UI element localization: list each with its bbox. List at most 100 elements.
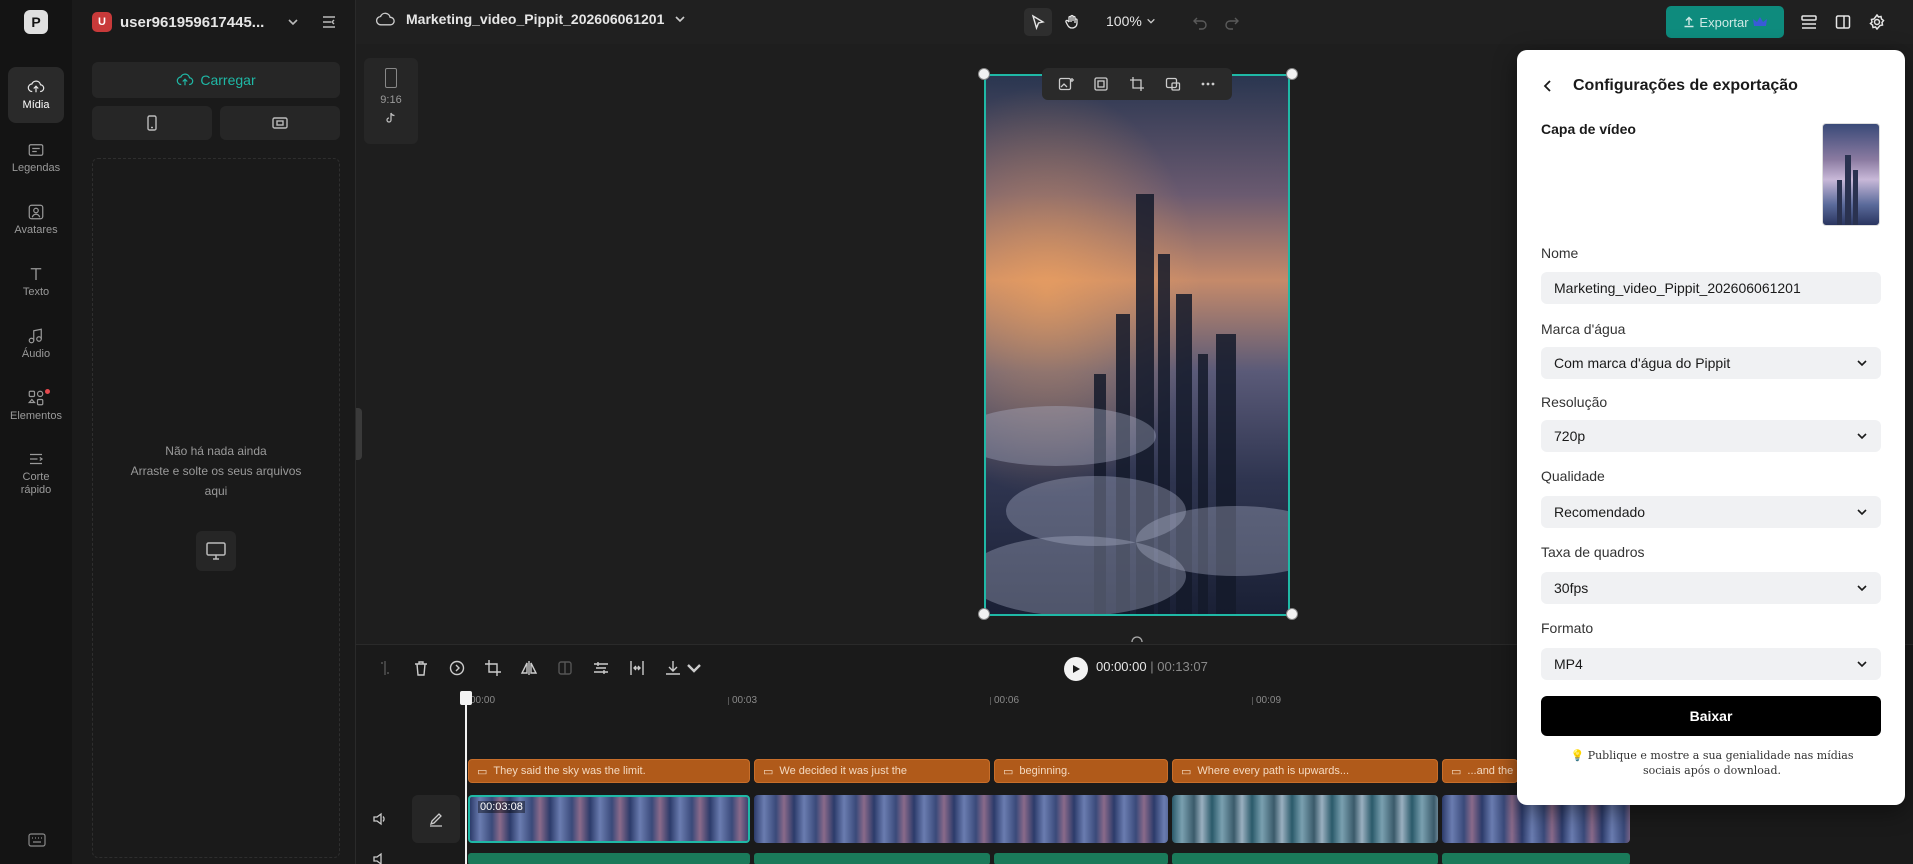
nav-item-elements[interactable]: Elementos: [8, 378, 64, 434]
caption-clip[interactable]: ▭ Where every path is upwards...: [1172, 759, 1438, 783]
resize-handle[interactable]: [978, 608, 990, 620]
layout-button[interactable]: [1832, 11, 1854, 33]
resolution-select[interactable]: 720p: [1541, 420, 1881, 452]
chevron-down-icon: [1857, 661, 1867, 668]
username: user961959617445...: [120, 13, 265, 31]
rotate-handle-icon[interactable]: [1130, 632, 1144, 644]
nav-item-captions[interactable]: Legendas: [8, 130, 64, 186]
video-preview[interactable]: [984, 74, 1290, 616]
caption-clip[interactable]: ▭ ...and the: [1442, 759, 1518, 783]
caption-text: beginning.: [1019, 765, 1071, 777]
name-input[interactable]: Marketing_video_Pippit_202606061201: [1541, 272, 1881, 304]
edit-track-button[interactable]: [412, 795, 460, 843]
flip-icon[interactable]: [520, 659, 538, 677]
audio-clip[interactable]: [994, 853, 1168, 864]
adjust-icon[interactable]: [592, 659, 610, 677]
audio-clip[interactable]: [1442, 853, 1630, 864]
mute-track-button[interactable]: [366, 805, 394, 833]
resize-handle[interactable]: [978, 68, 990, 80]
nav-item-audio[interactable]: Áudio: [8, 316, 64, 372]
ruler-tick: 00:06: [990, 696, 1019, 706]
collapse-panel-icon[interactable]: [321, 14, 337, 30]
hand-tool-button[interactable]: [1058, 8, 1086, 36]
download-menu-button[interactable]: [664, 659, 703, 677]
cover-thumbnail[interactable]: [1822, 123, 1880, 226]
split-icon[interactable]: [376, 659, 394, 677]
quality-select[interactable]: Recomendado: [1541, 496, 1881, 528]
resize-handle[interactable]: [1286, 608, 1298, 620]
watermark-select[interactable]: Com marca d'água do Pippit: [1541, 347, 1881, 379]
nav-label: Elementos: [10, 410, 62, 422]
nav-item-text[interactable]: Texto: [8, 254, 64, 310]
nav-item-quick-cut[interactable]: Corte rápido: [8, 442, 64, 504]
fit-icon[interactable]: [1093, 76, 1109, 92]
nav-item-avatars[interactable]: Avatares: [8, 192, 64, 248]
playhead-handle[interactable]: [460, 691, 472, 705]
play-button[interactable]: [1064, 657, 1088, 681]
phone-source-button[interactable]: [92, 106, 212, 140]
format-value: MP4: [1554, 656, 1583, 672]
pencil-icon: [429, 813, 442, 827]
video-clip[interactable]: 00:03:08: [468, 795, 750, 843]
timeline-toolbar: [376, 659, 703, 677]
aspect-ratio-card[interactable]: 9:16: [364, 58, 418, 144]
caption-clip[interactable]: ▭ beginning.: [994, 759, 1168, 783]
more-icon[interactable]: [1200, 76, 1216, 92]
user-menu[interactable]: U user961959617445...: [92, 10, 342, 34]
loop-icon[interactable]: [448, 659, 466, 677]
project-title-row[interactable]: Marketing_video_Pippit_202606061201: [376, 11, 686, 27]
mirror-icon[interactable]: [556, 659, 574, 677]
nav-item-media[interactable]: Mídia: [8, 67, 64, 123]
back-arrow-icon[interactable]: [1541, 79, 1555, 93]
remove-bg-icon[interactable]: [1165, 76, 1181, 92]
download-icon: [666, 661, 680, 675]
app-logo[interactable]: P: [24, 10, 48, 34]
audio-clip[interactable]: [468, 853, 750, 864]
cover-label: Capa de vídeo: [1541, 121, 1636, 137]
replace-image-icon[interactable]: [1058, 76, 1074, 92]
zoom-level: 100%: [1106, 13, 1142, 29]
crop-icon[interactable]: [1129, 76, 1145, 92]
timecode: 00:00:00 | 00:13:07: [1096, 659, 1208, 674]
city-tower: [1198, 354, 1208, 614]
caption-clip[interactable]: ▭ We decided it was just the: [754, 759, 990, 783]
layers-button[interactable]: [1798, 11, 1820, 33]
export-button[interactable]: Exportar: [1666, 6, 1784, 38]
project-name: Marketing_video_Pippit_202606061201: [406, 11, 665, 27]
quality-value: Recomendado: [1554, 504, 1646, 520]
audio-clip[interactable]: [754, 853, 990, 864]
upload-button[interactable]: Carregar: [92, 62, 340, 98]
trash-icon[interactable]: [412, 659, 430, 677]
ruler-tick: 00:03: [728, 696, 757, 706]
panel-header: Configurações de exportação: [1541, 77, 1798, 95]
download-button[interactable]: Baixar: [1541, 696, 1881, 736]
resize-handle[interactable]: [1286, 68, 1298, 80]
screen-button[interactable]: [196, 531, 236, 571]
undo-button[interactable]: [1186, 8, 1214, 36]
keyboard-icon[interactable]: [28, 833, 46, 847]
mute-audio-button[interactable]: [366, 845, 394, 864]
settings-button[interactable]: [1866, 11, 1888, 33]
freeze-icon[interactable]: [628, 659, 646, 677]
watermark-value: Com marca d'água do Pippit: [1554, 355, 1731, 371]
crop-icon[interactable]: [484, 659, 502, 677]
playhead[interactable]: [465, 691, 467, 864]
fps-select[interactable]: 30fps: [1541, 572, 1881, 604]
collapse-media-panel-handle[interactable]: [356, 408, 362, 460]
drop-zone[interactable]: Não há nada ainda Arraste e solte os seu…: [92, 158, 340, 858]
redo-button[interactable]: [1218, 8, 1246, 36]
select-tool-button[interactable]: [1024, 8, 1052, 36]
media-panel: U user961959617445... Carregar Não há na…: [72, 0, 356, 864]
nav-label: Corte rápido: [20, 470, 52, 496]
desktop-source-button[interactable]: [220, 106, 340, 140]
format-select[interactable]: MP4: [1541, 648, 1881, 680]
thumb-tower: [1837, 180, 1842, 225]
current-time: 00:00:00: [1096, 659, 1147, 674]
cloud-icon: [376, 12, 395, 26]
video-clip[interactable]: [1172, 795, 1438, 843]
video-clip[interactable]: [754, 795, 1168, 843]
caption-clip[interactable]: ▭ They said the sky was the limit.: [468, 759, 750, 783]
audio-clip[interactable]: [1172, 853, 1438, 864]
zoom-dropdown[interactable]: 100%: [1106, 13, 1156, 29]
gear-icon: [1869, 14, 1885, 30]
